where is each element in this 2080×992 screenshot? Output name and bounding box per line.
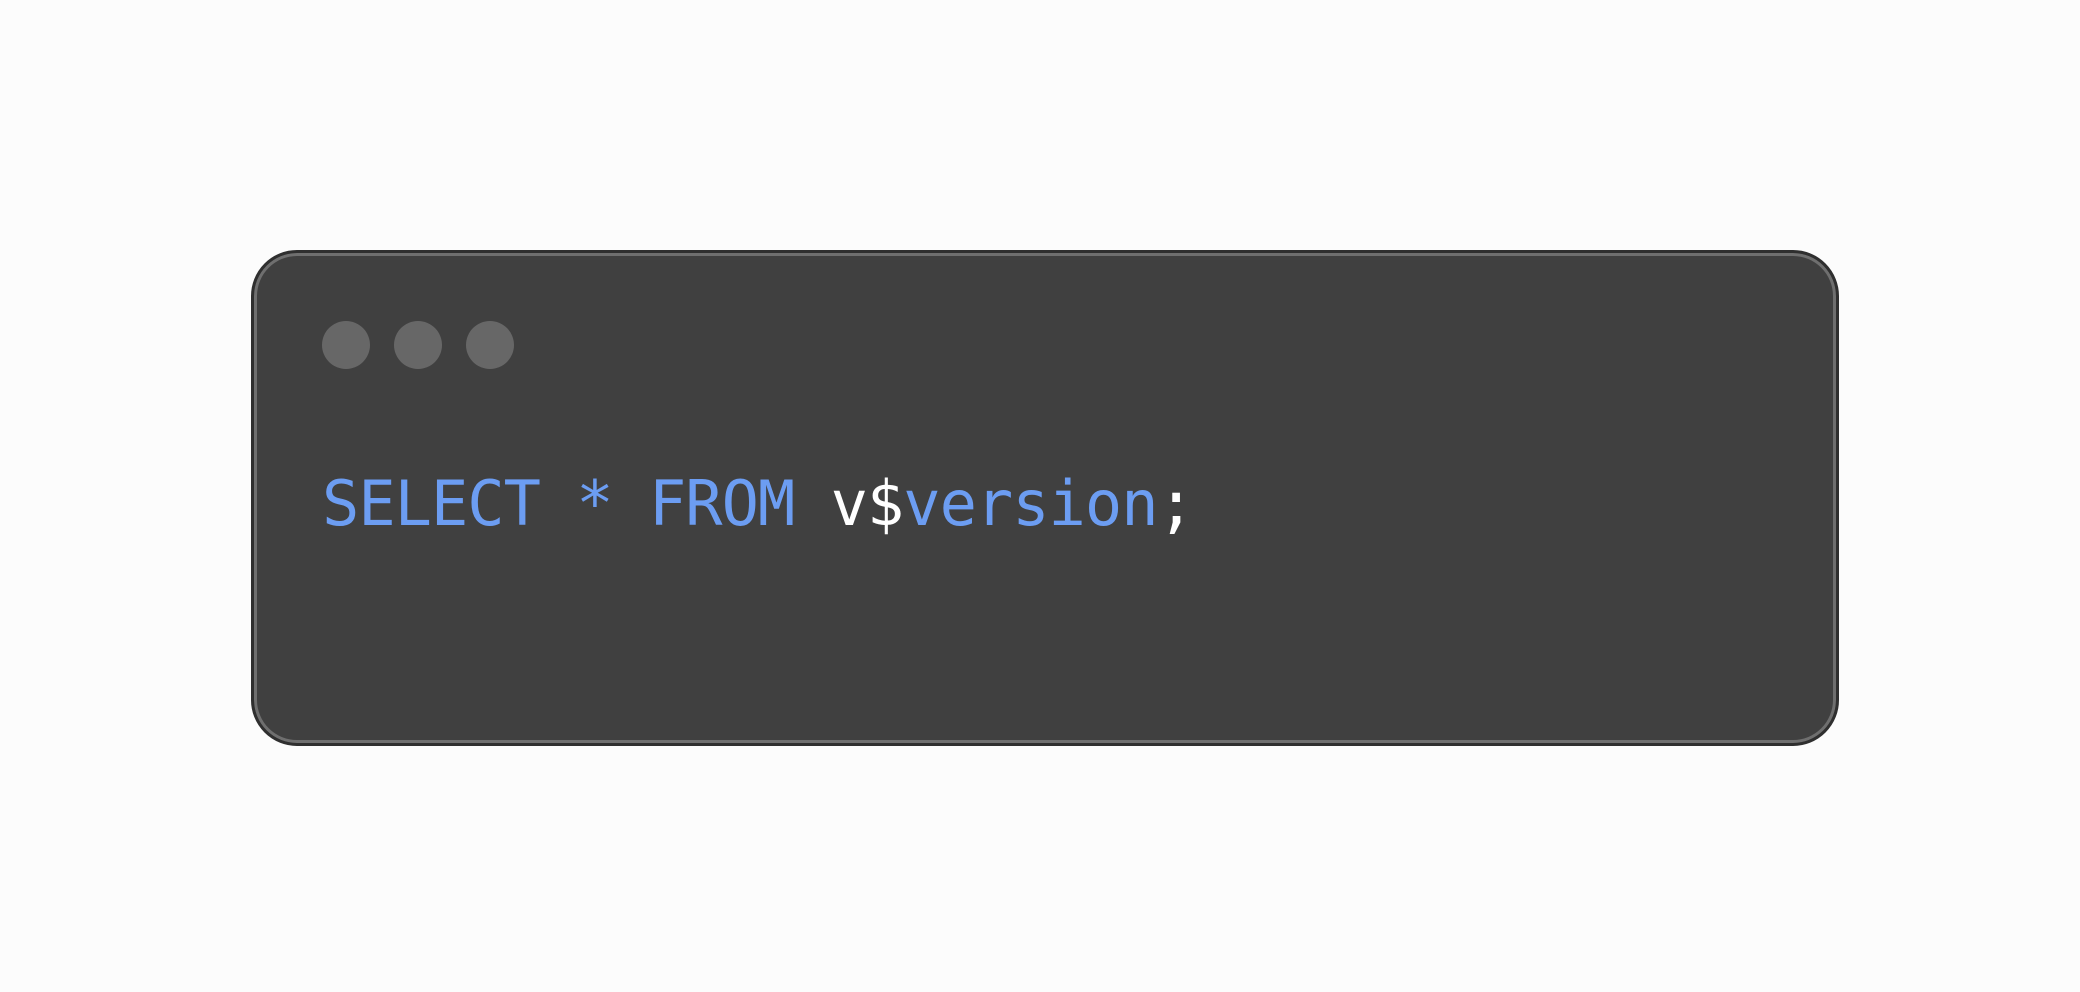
sql-wildcard: *: [576, 467, 613, 540]
sql-identifier-name: version: [903, 467, 1158, 540]
code-block: SELECT * FROM v$version;: [322, 467, 1195, 540]
sql-terminator: ;: [1157, 467, 1195, 540]
window-dot-2: [394, 321, 442, 369]
sql-keyword-select: SELECT: [322, 467, 541, 540]
code-window: SELECT * FROM v$version;: [251, 250, 1839, 746]
window-controls: [322, 321, 514, 369]
sql-identifier-prefix: v$: [830, 467, 905, 540]
sql-keyword-from: FROM: [648, 467, 795, 540]
window-dot-3: [466, 321, 514, 369]
window-dot-1: [322, 321, 370, 369]
